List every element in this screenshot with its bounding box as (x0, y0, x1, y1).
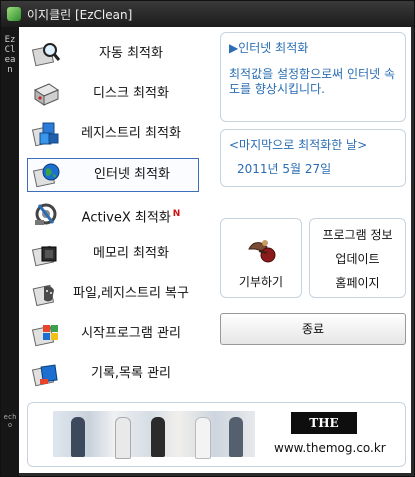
activex-icon (31, 199, 61, 229)
registry-cubes-icon (31, 119, 61, 149)
menu-item-restore[interactable]: 파일,레지스트리 복구 (27, 278, 197, 310)
info-title: ▶인터넷 최적화 (229, 41, 309, 55)
exit-button[interactable]: 종료 (220, 313, 406, 345)
globe-icon (32, 160, 62, 190)
magnifier-icon (31, 39, 61, 69)
main-content: 자동 최적화 디스크 최적화 레지스트리 최적화 인터넷 최적화 ActiveX (19, 27, 411, 473)
memory-chip-icon (31, 239, 61, 269)
banner-model-figure (195, 417, 211, 459)
last-optimized-date: 2011년 5월 27일 (237, 162, 332, 176)
last-optimized-panel: <마지막으로 최적화한 날> 2011년 5월 27일 (220, 129, 406, 187)
menu-item-activex-optimize[interactable]: ActiveX 최적화 N (27, 198, 197, 230)
info-description: 최적값을 설정함으로써 인터넷 속도를 향상시킵니다. (229, 67, 396, 96)
banner-model-figure (229, 417, 243, 457)
history-icon (31, 359, 61, 389)
donate-icon (248, 240, 276, 263)
sidebar-footer: echo (3, 413, 17, 429)
banner-model-figure (151, 417, 165, 457)
sidebar: EzClean echo (1, 27, 19, 476)
links-panel: 프로그램 정보 업데이트 홈페이지 (309, 218, 406, 298)
donate-label: 기부하기 (238, 275, 284, 289)
menu-item-startup-manage[interactable]: 시작프로그램 관리 (27, 318, 197, 350)
menu-item-label: 시작프로그램 관리 (81, 326, 181, 341)
menu-item-label: ActiveX 최적화 N (65, 198, 197, 230)
menu-item-label: 파일,레지스트리 복구 (73, 286, 189, 301)
menu-item-label-text: ActiveX 최적화 (81, 210, 171, 226)
menu-item-internet-optimize[interactable]: 인터넷 최적화 (27, 158, 199, 192)
sidebar-brand: EzClean (4, 35, 16, 75)
last-optimized-title: <마지막으로 최적화한 날> (229, 138, 368, 152)
windows-logo-icon (31, 319, 61, 349)
donate-button[interactable]: 기부하기 (220, 218, 302, 298)
menu-item-registry-optimize[interactable]: 레지스트리 최적화 (27, 118, 197, 150)
menu-item-history-manage[interactable]: 기록,목록 관리 (27, 358, 197, 390)
program-info-link[interactable]: 프로그램 정보 (310, 226, 405, 243)
app-logo-icon (7, 7, 21, 21)
disk-icon (31, 79, 61, 109)
info-panel: ▶인터넷 최적화 최적값을 설정함으로써 인터넷 속도를 향상시킵니다. (220, 32, 406, 122)
menu-item-label: 메모리 최적화 (93, 246, 169, 261)
restore-icon (31, 279, 61, 309)
banner-photo-strip (53, 411, 255, 459)
update-link[interactable]: 업데이트 (310, 250, 405, 267)
banner-url: www.themog.co.kr (274, 441, 386, 455)
menu-item-label: 인터넷 최적화 (94, 167, 170, 182)
menu-item-label: 기록,목록 관리 (90, 366, 172, 381)
banner-model-figure (71, 417, 85, 457)
menu-item-disk-optimize[interactable]: 디스크 최적화 (27, 78, 197, 110)
homepage-link[interactable]: 홈페이지 (310, 274, 405, 291)
menu-item-label: 자동 최적화 (99, 46, 163, 61)
banner-model-figure (115, 417, 131, 459)
banner-brand-logo: THE MOG (291, 412, 357, 452)
ad-banner[interactable]: THE MOG www.themog.co.kr (27, 402, 406, 467)
menu-item-auto-optimize[interactable]: 자동 최적화 (27, 38, 197, 70)
app-window: 이지클린 [EzClean] EzClean echo 자동 최적화 디스크 최… (0, 0, 415, 477)
menu-item-label: 디스크 최적화 (93, 86, 169, 101)
menu-item-memory-optimize[interactable]: 메모리 최적화 (27, 238, 197, 270)
title-bar[interactable]: 이지클린 [EzClean] (1, 1, 414, 27)
new-badge: N (172, 209, 181, 219)
menu-item-label: 레지스트리 최적화 (81, 126, 181, 141)
window-title: 이지클린 [EzClean] (27, 8, 133, 22)
